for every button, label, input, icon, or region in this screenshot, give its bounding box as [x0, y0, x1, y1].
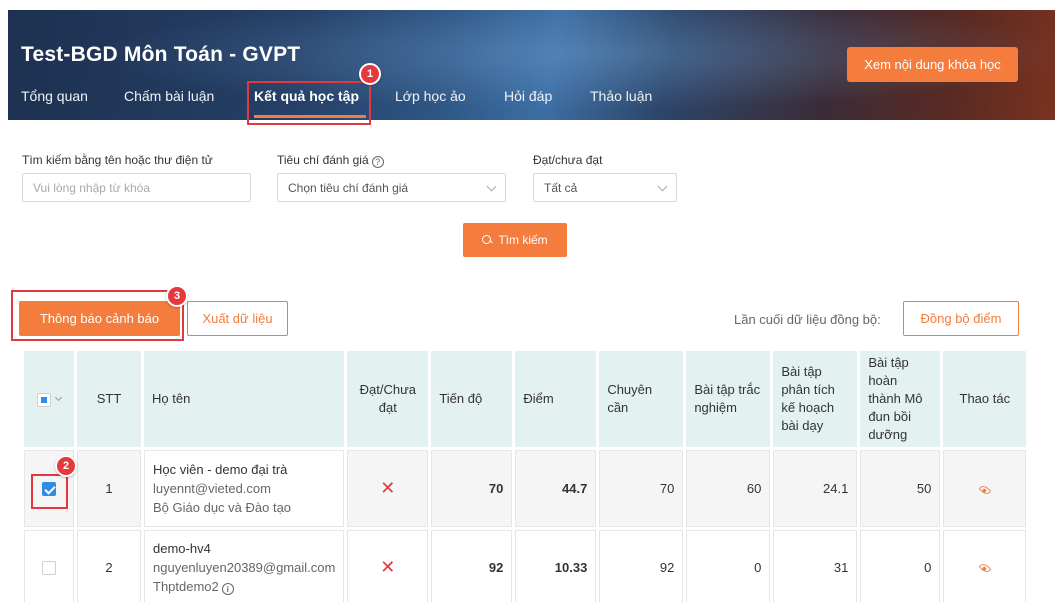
module-cell: 50 [860, 450, 941, 527]
pass-cell: ✕ [347, 450, 429, 527]
actions-cell [943, 530, 1027, 602]
results-table: STT Họ tên Đạt/Chưa đạt Tiến độ Điểm Chu… [21, 348, 1029, 602]
quiz-cell: 0 [686, 530, 771, 602]
table-row: 1 Học viên - demo đại trà luyennt@vieted… [24, 450, 1027, 527]
pass-cell: ✕ [347, 530, 429, 602]
search-label: Tìm kiếm bằng tên hoặc thư điện tử [22, 153, 213, 167]
tab-overview[interactable]: Tổng quan [21, 88, 88, 104]
chevron-down-icon[interactable] [54, 393, 63, 402]
status-select[interactable]: Tất cả [533, 173, 677, 202]
progress-cell: 92 [431, 530, 513, 602]
col-header-name: Họ tên [144, 351, 345, 447]
not-passed-icon: ✕ [380, 556, 396, 577]
course-banner: Test-BGD Môn Toán - GVPT Tổng quan Chấm … [8, 10, 1055, 120]
tab-learning-results[interactable]: Kết quả học tập [254, 88, 359, 104]
stt-cell: 1 [77, 450, 141, 527]
help-icon: ? [371, 156, 384, 168]
col-header-module: Bài tập hoàn thành Mô đun bồi dưỡng [860, 351, 941, 447]
send-warning-button[interactable]: Thông báo cảnh báo [19, 301, 180, 336]
status-select-value: Tất cả [544, 180, 578, 195]
student-name: Học viên - demo đại trà [153, 462, 288, 477]
col-header-progress: Tiến độ [431, 351, 513, 447]
chevron-down-icon [657, 181, 668, 192]
row-checkbox[interactable] [42, 482, 56, 497]
view-eye-icon[interactable] [978, 483, 992, 496]
score-cell: 10.33 [515, 530, 597, 602]
quiz-cell: 60 [686, 450, 771, 527]
sync-scores-button[interactable]: Đồng bộ điểm [903, 301, 1019, 336]
tab-discussion[interactable]: Thảo luận [590, 88, 652, 104]
chevron-down-icon [486, 181, 497, 192]
active-tab-underline [254, 115, 366, 118]
status-label: Đạt/chưa đạt [533, 153, 603, 167]
student-org: Bộ Giáo dục và Đào tạo [153, 500, 292, 515]
last-sync-label: Lần cuối dữ liệu đồng bộ: [734, 312, 881, 327]
search-button[interactable]: Tìm kiếm [463, 223, 567, 257]
row-checkbox[interactable] [42, 560, 56, 575]
criteria-label: Tiêu chí đánh giá? [277, 153, 384, 168]
export-data-button[interactable]: Xuất dữ liệu [187, 301, 288, 336]
score-cell: 44.7 [515, 450, 597, 527]
info-icon[interactable]: i [221, 583, 234, 595]
col-header-pass: Đạt/Chưa đạt [347, 351, 429, 447]
progress-cell: 70 [431, 450, 513, 527]
attendance-cell: 70 [599, 450, 684, 527]
search-icon [482, 235, 492, 245]
col-header-score: Điểm [515, 351, 597, 447]
select-all-header[interactable] [24, 351, 74, 447]
row-select-cell[interactable] [24, 530, 74, 602]
col-header-lesson-plan: Bài tập phân tích kế hoạch bài dạy [773, 351, 858, 447]
criteria-select[interactable]: Chọn tiêu chí đánh giá [277, 173, 506, 202]
lesson-plan-cell: 31 [773, 530, 858, 602]
student-org: Thptdemo2 [153, 578, 219, 594]
table-header-row: STT Họ tên Đạt/Chưa đạt Tiến độ Điểm Chu… [24, 351, 1027, 447]
search-input[interactable] [22, 173, 251, 202]
table-row: 2 demo-hv4 nguyenluyen20389@gmail.com Th… [24, 530, 1027, 602]
actions-cell [943, 450, 1027, 527]
step-1-badge: 1 [359, 63, 381, 85]
col-header-attendance: Chuyên cần [599, 351, 684, 447]
search-button-label: Tìm kiếm [498, 233, 548, 247]
step-2-badge: 2 [55, 455, 77, 477]
tab-qa[interactable]: Hỏi đáp [504, 88, 552, 104]
lesson-plan-cell: 24.1 [773, 450, 858, 527]
student-name: demo-hv4 [153, 540, 211, 556]
view-eye-icon[interactable] [978, 561, 992, 575]
name-cell: Học viên - demo đại trà luyennt@vieted.c… [144, 450, 345, 527]
view-course-content-button[interactable]: Xem nội dung khóa học [847, 47, 1018, 82]
col-header-stt: STT [77, 351, 141, 447]
col-header-actions: Thao tác [943, 351, 1027, 447]
criteria-select-value: Chọn tiêu chí đánh giá [288, 180, 409, 195]
not-passed-icon: ✕ [380, 478, 396, 498]
tab-grade-essays[interactable]: Chấm bài luận [124, 88, 214, 104]
attendance-cell: 92 [599, 530, 684, 602]
student-org-line: Thptdemo2 i [153, 577, 335, 596]
student-email: luyennt@vieted.com [153, 481, 271, 496]
step-3-badge: 3 [166, 285, 188, 307]
student-email: nguyenluyen20389@gmail.com [153, 559, 336, 575]
tab-virtual-class[interactable]: Lớp học ảo [395, 88, 466, 104]
select-all-checkbox[interactable] [37, 392, 51, 407]
module-cell: 0 [860, 530, 941, 602]
stt-cell: 2 [77, 530, 141, 602]
name-cell: demo-hv4 nguyenluyen20389@gmail.com Thpt… [144, 530, 345, 602]
col-header-quiz: Bài tập trắc nghiệm [686, 351, 771, 447]
